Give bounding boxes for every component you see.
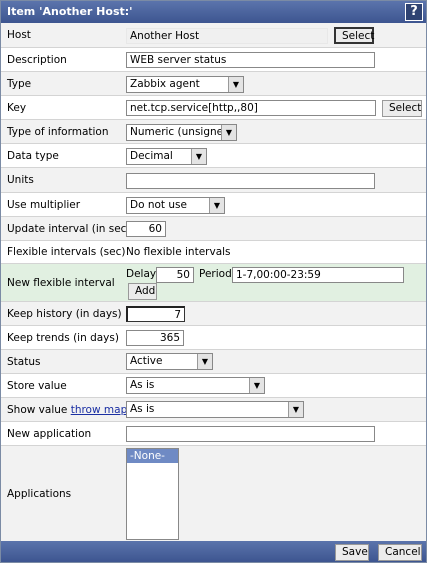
store-value-value: As is [130, 379, 155, 391]
chevron-down-icon: ▼ [221, 125, 236, 140]
applications-row: Applications -None- [1, 446, 426, 541]
window-titlebar: Item 'Another Host:' ? [1, 1, 426, 23]
key-row: Key net.tcp.service[http,,80] Select [1, 96, 426, 120]
flexible-intervals-value: No flexible intervals [126, 246, 231, 258]
new-flexible-interval-row: New flexible interval Delay 50 Period 1-… [1, 264, 426, 302]
status-row: Status Active ▼ [1, 350, 426, 374]
description-input[interactable]: WEB server status [126, 52, 375, 68]
item-form-window: Item 'Another Host:' ? Host Another Host… [0, 0, 427, 563]
type-of-information-select[interactable]: Numeric (unsigned) ▼ [126, 124, 237, 141]
type-select-value: Zabbix agent [130, 78, 200, 90]
chevron-down-icon: ▼ [191, 149, 206, 164]
show-value-select[interactable]: As is ▼ [126, 401, 304, 418]
delay-label: Delay [126, 268, 157, 280]
keep-history-input[interactable]: 7 [126, 306, 185, 322]
throw-map-link[interactable]: throw map [71, 404, 128, 416]
add-interval-button[interactable]: Add [128, 283, 157, 300]
units-input[interactable] [126, 173, 375, 189]
use-multiplier-value: Do not use [130, 199, 187, 211]
new-application-label: New application [7, 427, 92, 440]
data-type-label: Data type [7, 149, 59, 162]
applications-listbox[interactable]: -None- [126, 448, 179, 540]
data-type-select[interactable]: Decimal ▼ [126, 148, 207, 165]
update-interval-label: Update interval (in sec) [7, 222, 131, 235]
units-row: Units [1, 168, 426, 193]
use-multiplier-label: Use multiplier [7, 198, 81, 211]
keep-history-row: Keep history (in days) 7 [1, 302, 426, 326]
use-multiplier-row: Use multiplier Do not use ▼ [1, 193, 426, 217]
status-select[interactable]: Active ▼ [126, 353, 213, 370]
host-label: Host [7, 29, 31, 41]
update-interval-input[interactable]: 60 [126, 221, 166, 237]
applications-option[interactable]: -None- [127, 449, 178, 463]
new-application-input[interactable] [126, 426, 375, 442]
type-of-information-label: Type of information [7, 125, 109, 138]
chevron-down-icon: ▼ [249, 378, 264, 393]
help-icon[interactable]: ? [405, 3, 423, 21]
host-field: Another Host [126, 28, 328, 44]
host-row: Host Another Host Select [1, 23, 426, 48]
delay-input[interactable]: 50 [156, 267, 194, 283]
store-value-select[interactable]: As is ▼ [126, 377, 265, 394]
show-value-label: Show value [7, 403, 68, 416]
chevron-down-icon: ▼ [197, 354, 212, 369]
type-row: Type Zabbix agent ▼ [1, 72, 426, 96]
form-footer: Save Cancel [1, 541, 426, 562]
host-select-button[interactable]: Select [334, 27, 374, 44]
keep-trends-row: Keep trends (in days) 365 [1, 326, 426, 350]
store-value-row: Store value As is ▼ [1, 374, 426, 398]
keep-trends-label: Keep trends (in days) [7, 331, 119, 344]
window-title: Item 'Another Host:' [7, 5, 133, 18]
show-value-value: As is [130, 403, 155, 415]
type-select[interactable]: Zabbix agent ▼ [126, 76, 244, 93]
description-label: Description [7, 53, 67, 66]
chevron-down-icon: ▼ [209, 198, 224, 213]
key-select-button[interactable]: Select [382, 100, 422, 117]
status-value: Active [130, 355, 163, 367]
store-value-label: Store value [7, 379, 67, 392]
use-multiplier-select[interactable]: Do not use ▼ [126, 197, 225, 214]
units-label: Units [7, 174, 34, 186]
data-type-row: Data type Decimal ▼ [1, 144, 426, 168]
description-row: Description WEB server status [1, 48, 426, 72]
chevron-down-icon: ▼ [228, 77, 243, 92]
new-flexible-interval-label: New flexible interval [7, 276, 115, 289]
chevron-down-icon: ▼ [288, 402, 303, 417]
keep-trends-input[interactable]: 365 [126, 330, 184, 346]
keep-history-label: Keep history (in days) [7, 307, 122, 320]
save-button[interactable]: Save [335, 544, 369, 561]
flexible-intervals-row: Flexible intervals (sec) No flexible int… [1, 241, 426, 264]
type-of-information-value: Numeric (unsigned) [130, 126, 234, 138]
show-value-row: Show value throw map As is ▼ [1, 398, 426, 422]
applications-label: Applications [7, 487, 72, 500]
type-of-information-row: Type of information Numeric (unsigned) ▼ [1, 120, 426, 144]
period-input[interactable]: 1-7,00:00-23:59 [232, 267, 404, 283]
period-label: Period [199, 268, 232, 280]
data-type-value: Decimal [130, 150, 173, 162]
type-label: Type [7, 77, 32, 90]
update-interval-row: Update interval (in sec) 60 [1, 217, 426, 241]
key-label: Key [7, 101, 27, 114]
status-label: Status [7, 355, 41, 368]
flexible-intervals-label: Flexible intervals (sec) [7, 246, 126, 258]
new-application-row: New application [1, 422, 426, 446]
show-value-label-group: Show value throw map [7, 398, 127, 421]
key-input[interactable]: net.tcp.service[http,,80] [126, 100, 376, 116]
cancel-button[interactable]: Cancel [378, 544, 422, 561]
